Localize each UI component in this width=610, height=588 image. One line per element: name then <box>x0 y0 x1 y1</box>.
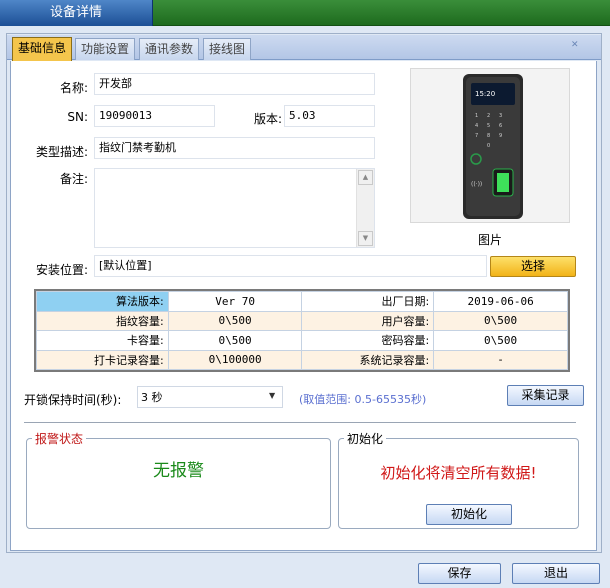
svg-text:5: 5 <box>487 123 490 129</box>
table-cell-key: 卡容量: <box>36 330 169 351</box>
device-info-table: 算法版本: Ver 70 出厂日期: 2019-06-06 指纹容量: 0\50… <box>34 289 570 372</box>
unlock-time-label: 开锁保持时间(秒): <box>24 393 122 407</box>
alarm-status-title: 报警状态 <box>32 430 87 447</box>
table-cell-value: 0\500 <box>167 330 303 351</box>
svg-text:2: 2 <box>487 113 490 119</box>
svg-text:((·)): ((·)) <box>471 181 482 188</box>
fingerprint-device-icon: 15:20 1 2 3 4 5 6 7 8 9 0 ((·)) <box>463 74 523 219</box>
table-cell-key: 用户容量: <box>301 310 435 331</box>
range-hint: (取值范围: 0.5-65535秒) <box>299 393 427 406</box>
note-textarea[interactable] <box>94 168 375 248</box>
table-cell-key: 指纹容量: <box>36 310 169 331</box>
table-cell-key: 出厂日期: <box>301 291 435 312</box>
table-cell-key: 算法版本: <box>36 291 169 312</box>
note-label: 备注: <box>59 172 88 186</box>
device-photo: 15:20 1 2 3 4 5 6 7 8 9 0 ((·)) <box>410 68 570 223</box>
name-label: 名称: <box>59 81 88 95</box>
tab-basic-info[interactable]: 基础信息 <box>12 37 73 61</box>
name-field[interactable]: 开发部 <box>94 73 375 95</box>
table-row: 算法版本: Ver 70 出厂日期: 2019-06-06 <box>36 291 568 312</box>
collect-records-button[interactable]: 采集记录 <box>507 385 584 406</box>
exit-button[interactable]: 退出 <box>512 563 600 584</box>
location-field[interactable]: [默认位置] <box>94 255 487 277</box>
table-cell-value: 0\500 <box>167 310 303 331</box>
alarm-status-text: 无报警 <box>153 461 204 481</box>
initialize-button[interactable]: 初始化 <box>426 504 512 525</box>
table-row: 指纹容量: 0\500 用户容量: 0\500 <box>36 310 568 331</box>
table-cell-value: - <box>433 349 568 370</box>
table-cell-value: 0\100000 <box>167 349 303 370</box>
table-cell-key: 密码容量: <box>301 330 435 351</box>
location-label: 安装位置: <box>35 263 88 277</box>
table-cell-key: 系统记录容量: <box>301 349 435 370</box>
save-button[interactable]: 保存 <box>418 563 501 584</box>
type-label: 类型描述: <box>35 145 88 159</box>
tab-wiring-diagram[interactable]: 接线图 <box>203 38 252 60</box>
init-warning: 初始化将清空所有数据! <box>380 464 537 482</box>
table-cell-key: 打卡记录容量: <box>36 349 169 370</box>
photo-caption: 图片 <box>477 233 502 247</box>
note-scrollbar[interactable]: ▲ ▼ <box>356 169 374 247</box>
version-field[interactable]: 5.03 <box>284 105 375 127</box>
svg-text:6: 6 <box>499 123 502 129</box>
alarm-status-group <box>26 438 331 529</box>
table-row: 打卡记录容量: 0\100000 系统记录容量: - <box>36 349 568 370</box>
svg-text:0: 0 <box>487 143 490 149</box>
svg-text:9: 9 <box>499 133 502 139</box>
unlock-time-value: 3 秒 <box>141 391 163 404</box>
table-cell-value: 2019-06-06 <box>433 291 568 312</box>
svg-text:7: 7 <box>475 133 478 139</box>
type-field[interactable]: 指纹门禁考勤机 <box>94 137 375 159</box>
table-cell-value: Ver 70 <box>167 291 303 312</box>
svg-text:15:20: 15:20 <box>475 90 495 98</box>
close-tab-icon[interactable]: ✕ <box>571 40 581 50</box>
svg-text:3: 3 <box>499 113 502 119</box>
divider <box>24 422 576 423</box>
tab-communication[interactable]: 通讯参数 <box>139 38 200 60</box>
sn-label: SN: <box>67 110 88 124</box>
chevron-down-icon[interactable]: ▼ <box>269 391 275 400</box>
svg-text:8: 8 <box>487 133 490 139</box>
table-cell-value: 0\500 <box>433 310 568 331</box>
scroll-down-icon[interactable]: ▼ <box>358 231 373 246</box>
init-title: 初始化 <box>344 430 387 447</box>
version-label: 版本: <box>253 112 282 126</box>
table-cell-value: 0\500 <box>433 330 568 351</box>
table-row: 卡容量: 0\500 密码容量: 0\500 <box>36 330 568 351</box>
window-title: 设备详情 <box>0 0 153 26</box>
scroll-up-icon[interactable]: ▲ <box>358 170 373 185</box>
sn-field[interactable]: 19090013 <box>94 105 215 127</box>
tab-function-settings[interactable]: 功能设置 <box>75 38 136 60</box>
select-location-button[interactable]: 选择 <box>490 256 576 277</box>
svg-text:1: 1 <box>475 113 478 119</box>
svg-text:4: 4 <box>475 123 478 129</box>
